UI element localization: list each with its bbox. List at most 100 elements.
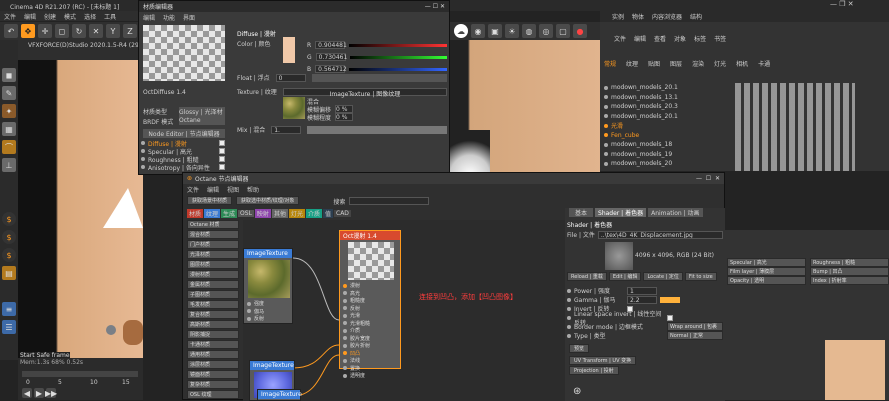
scene-icon[interactable]: ◎ bbox=[539, 24, 553, 38]
node-graph[interactable]: ImageTexture 强度 伽马 反射 ImageTexture Image… bbox=[243, 220, 565, 401]
palette-item[interactable]: 镜面材质 bbox=[187, 370, 239, 379]
channel-checkbox[interactable] bbox=[219, 140, 225, 146]
texture-field[interactable]: ImageTexture | 图像纹理 bbox=[282, 87, 447, 98]
node-pin[interactable]: 胶片宽度 bbox=[340, 335, 400, 343]
palette-item[interactable]: 高斯材质 bbox=[187, 320, 239, 329]
cat-tab[interactable]: CAD bbox=[334, 210, 351, 217]
palette-item[interactable]: 阴影捕捉 bbox=[187, 330, 239, 339]
mix-field[interactable]: 1. bbox=[271, 125, 302, 134]
node-pin[interactable]: 漫射 bbox=[340, 282, 400, 290]
palette-item[interactable]: 复合材质 bbox=[187, 310, 239, 319]
cat-tab[interactable]: 灯光 bbox=[288, 209, 305, 218]
projection-button[interactable]: Projection | 投射 bbox=[569, 366, 619, 375]
scene-menu-bookmarks[interactable]: 书签 bbox=[714, 34, 726, 43]
list-item[interactable]: modown_models_13.1 bbox=[604, 93, 734, 103]
camera-icon[interactable]: ◉ bbox=[471, 24, 485, 38]
mat-type-row[interactable]: 材质类型 Glossy | 光泽材质 bbox=[143, 107, 225, 125]
slider-g[interactable]: G 0.730461 bbox=[307, 51, 447, 63]
float-field[interactable]: 0 bbox=[275, 73, 306, 82]
scale-icon[interactable]: ◻ bbox=[55, 24, 69, 38]
locate-button[interactable]: Locate | 定位 bbox=[643, 272, 683, 281]
ne-menu-help[interactable]: 帮助 bbox=[247, 185, 259, 194]
mat-menu-function[interactable]: 功能 bbox=[163, 13, 175, 22]
palette-item[interactable]: 混合材质 bbox=[187, 230, 239, 239]
channel-checkbox[interactable] bbox=[219, 148, 225, 154]
palette-item[interactable]: 子图材质 bbox=[187, 290, 239, 299]
attr-tab-shader[interactable]: Shader | 着色器 bbox=[595, 208, 647, 217]
palette-item[interactable]: 毛发材质 bbox=[187, 300, 239, 309]
ne-menu-file[interactable]: 文件 bbox=[187, 185, 199, 194]
image-texture-node[interactable]: ImageTexture 强度 伽马 反射 bbox=[243, 248, 293, 324]
tool-cube-icon[interactable]: ◼ bbox=[2, 68, 16, 82]
play-icon[interactable]: ▶ bbox=[34, 388, 44, 398]
palette-item[interactable]: Octane 材质 bbox=[187, 220, 239, 229]
attr-btn-film[interactable]: Film layer | 薄膜层 bbox=[727, 266, 806, 276]
scene-tool-3[interactable]: 图层 bbox=[670, 59, 682, 68]
cat-tab[interactable]: 材质 bbox=[187, 209, 204, 218]
tool-snap-icon[interactable]: ⊥ bbox=[2, 158, 16, 172]
list-item[interactable]: modown_models_20 bbox=[604, 159, 734, 169]
scene-tool-1[interactable]: 纹理 bbox=[626, 59, 638, 68]
fit-size-button[interactable]: Fit to size bbox=[684, 272, 717, 281]
color-swatch[interactable] bbox=[283, 37, 295, 63]
window-controls-right[interactable]: — ❐ ✕ bbox=[830, 0, 854, 8]
attr-tab-basic[interactable]: 基本 bbox=[569, 208, 594, 217]
r-field[interactable]: 0.904481 bbox=[315, 41, 347, 49]
scene-tab-browser[interactable]: 内容浏览器 bbox=[652, 12, 682, 21]
node-pin[interactable]: 高光 bbox=[340, 290, 400, 298]
next-icon[interactable]: ▶▶ bbox=[45, 388, 57, 398]
move-tool-icon[interactable]: ✛ bbox=[38, 24, 52, 38]
scene-tab-structure[interactable]: 结构 bbox=[690, 12, 702, 21]
border-mode-select[interactable]: Wrap around | 包裹 bbox=[667, 322, 723, 331]
node-editor-window-controls[interactable]: — ☐ ✕ bbox=[696, 175, 720, 182]
scene-menu-edit[interactable]: 编辑 bbox=[634, 34, 646, 43]
attr-btn-bump[interactable]: Bump | 凹凸 bbox=[810, 266, 889, 276]
g-field[interactable]: 0.730461 bbox=[315, 53, 347, 61]
palette-item[interactable]: 卡通材质 bbox=[187, 340, 239, 349]
scene-menu-file[interactable]: 文件 bbox=[614, 34, 626, 43]
tool-dollar-icon[interactable]: $ bbox=[2, 212, 16, 226]
list-item[interactable]: modown_models_20.3 bbox=[604, 102, 734, 112]
cat-tab[interactable]: 值 bbox=[322, 209, 333, 218]
linear-invert-checkbox[interactable] bbox=[667, 314, 673, 321]
tool-layer-icon[interactable]: ≡ bbox=[2, 302, 16, 316]
image-texture-node-3[interactable]: ImageTexture bbox=[257, 389, 302, 401]
node-pin[interactable]: 光滑 bbox=[340, 312, 400, 320]
menu-file[interactable]: 文件 bbox=[4, 12, 16, 21]
node-pin[interactable]: 强度 bbox=[244, 300, 292, 308]
scene-menu-tags[interactable]: 标签 bbox=[694, 34, 706, 43]
search-input[interactable] bbox=[349, 197, 430, 205]
attr-btn-index[interactable]: Index | 折射率 bbox=[810, 275, 889, 285]
node-pin[interactable]: 介质 bbox=[340, 327, 400, 335]
param-power[interactable]: Power | 强度 1 bbox=[567, 286, 723, 295]
palette-item[interactable]: 门户材质 bbox=[187, 240, 239, 249]
menu-mode[interactable]: 模式 bbox=[64, 12, 76, 21]
axis-y-icon[interactable]: Y bbox=[106, 24, 120, 38]
palette-item[interactable]: 涂层材质 bbox=[187, 360, 239, 369]
scene-tool-5[interactable]: 灯光 bbox=[714, 59, 726, 68]
axis-z-icon[interactable]: Z bbox=[123, 24, 137, 38]
uv-transform-button[interactable]: UV Transform | UV 变换 bbox=[569, 356, 637, 365]
get-selected-button[interactable]: 获取选中材质/纹理/对象 bbox=[236, 196, 300, 205]
prev-icon[interactable]: ◀ bbox=[22, 388, 32, 398]
param-border-mode[interactable]: Border mode | 边框模式 Wrap around | 包裹 bbox=[567, 322, 723, 331]
cloud-icon[interactable]: ☁ bbox=[454, 24, 468, 38]
channel-checkbox[interactable] bbox=[219, 164, 225, 170]
diffuse-material-node[interactable]: Oct漫射 1.4 漫射 高光 粗糙度 反射 光滑 光滑粗糙 介质 胶片宽度 胶… bbox=[339, 230, 401, 379]
tool-bend-icon[interactable]: ⌒ bbox=[2, 140, 16, 154]
param-type[interactable]: Type | 类型 Normal | 正常 bbox=[567, 331, 723, 340]
tool-stack-icon[interactable]: ☰ bbox=[2, 320, 16, 334]
node-pin[interactable]: 法线 bbox=[340, 357, 400, 365]
render-icon[interactable]: ▣ bbox=[488, 24, 502, 38]
get-scene-materials-button[interactable]: 获取场景中材质 bbox=[187, 196, 233, 205]
cat-tab[interactable]: OSL bbox=[238, 210, 254, 217]
node-pin[interactable]: 粗糙度 bbox=[340, 297, 400, 305]
node-editor-button[interactable]: Node Editor | 节点编辑器 bbox=[143, 129, 225, 138]
reload-button[interactable]: Reload | 重载 bbox=[567, 272, 607, 281]
mat-menu-edit[interactable]: 编辑 bbox=[143, 13, 155, 22]
tool-dollar3-icon[interactable]: $ bbox=[2, 248, 16, 262]
list-item[interactable]: Fen_cube bbox=[604, 131, 734, 141]
brdf-value[interactable]: Octane bbox=[179, 117, 225, 124]
type-select[interactable]: Normal | 正常 bbox=[667, 331, 723, 340]
preview-button[interactable]: 预览 bbox=[569, 344, 590, 353]
